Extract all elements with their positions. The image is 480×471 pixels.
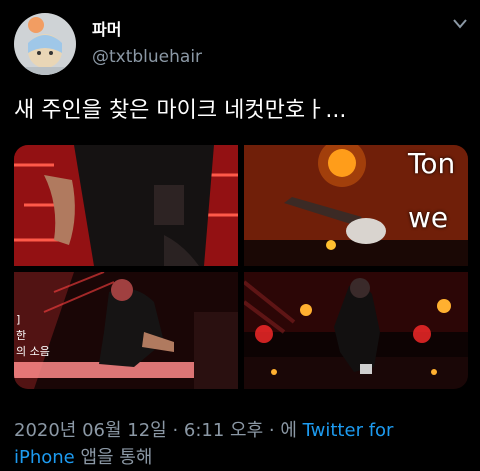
avatar[interactable] [14, 13, 76, 75]
media-subtitle-line-1: ] [16, 313, 21, 326]
display-name[interactable]: 파머 [92, 16, 121, 40]
media-caption-we: we [408, 201, 449, 234]
tweet-source-link-part1[interactable]: Twitter for [303, 420, 394, 441]
media-photo-2[interactable]: Ton we [244, 145, 468, 266]
media-grid: Ton we ] 한 의 소음 [14, 145, 468, 389]
media-caption-ton: Ton [408, 147, 456, 180]
tweet-source-link-part2[interactable]: iPhone [14, 447, 75, 468]
media-photo-3[interactable]: ] 한 의 소음 [14, 272, 238, 389]
media-subtitle-line-2: 한 [16, 329, 27, 342]
tweet-timestamp[interactable]: 2020년 06월 12일 · 6:11 오후 · 에 [14, 420, 297, 441]
media-photo-4[interactable] [244, 272, 468, 389]
user-handle[interactable]: @txtbluehair [92, 47, 202, 67]
tweet-source-suffix: 앱을 통해 [80, 447, 153, 468]
chevron-down-icon[interactable] [450, 14, 470, 34]
media-photo-1[interactable] [14, 145, 238, 266]
media-subtitle-line-3: 의 소음 [16, 345, 50, 358]
media-subtitle: ] 한 의 소음 [16, 312, 50, 360]
tweet-header: 파머 @txtbluehair [0, 0, 480, 80]
tweet-meta-line2: iPhone 앱을 통해 [14, 444, 470, 471]
tweet-meta: 2020년 06월 12일 · 6:11 오후 · 에 Twitter for … [14, 417, 470, 471]
tweet-text: 새 주인을 찾은 마이크 네컷만호ㅏ... [14, 98, 347, 123]
